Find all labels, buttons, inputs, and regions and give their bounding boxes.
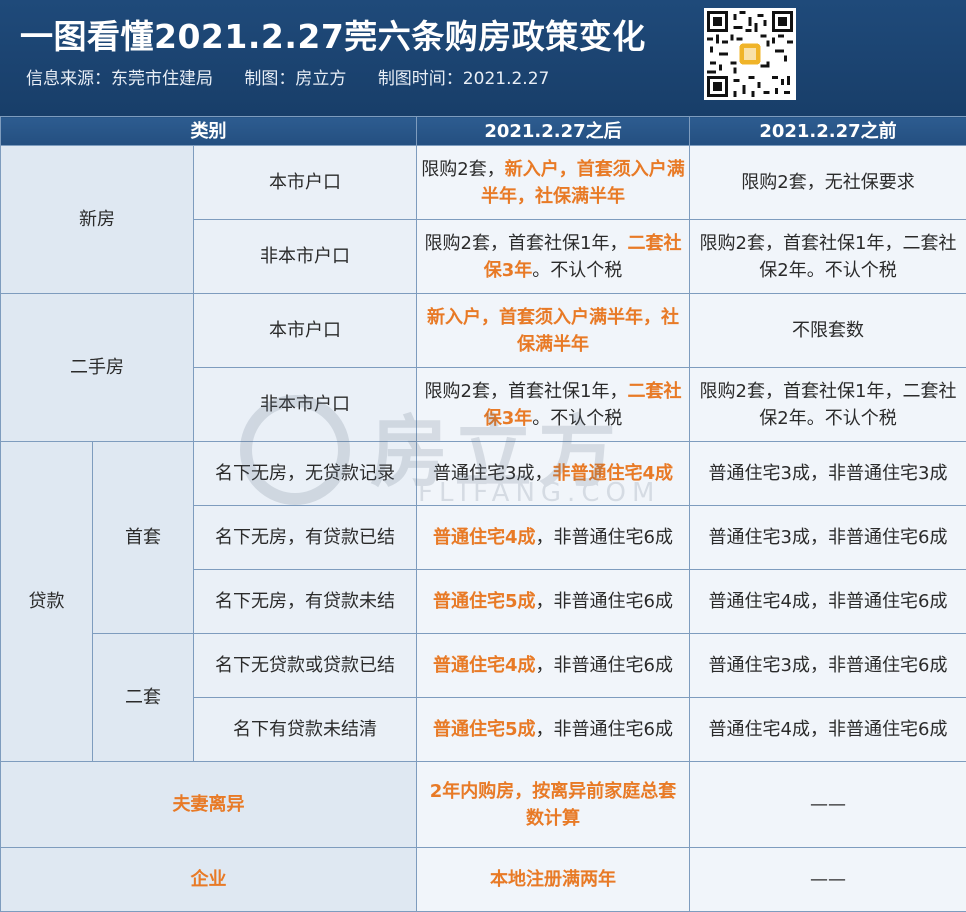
- plain-text: ，非普通住宅6成: [536, 527, 673, 548]
- loan-after: 普通住宅4成，非普通住宅6成: [417, 634, 690, 698]
- subcategory-local: 本市户口: [194, 294, 417, 368]
- plain-text: 。不认个税: [532, 408, 622, 429]
- plain-text: ，非普通住宅6成: [536, 655, 673, 676]
- loan-second-home: 二套: [93, 634, 194, 762]
- table-row: 夫妻离异 2年内购房，按离异前家庭总套数计算 ——: [1, 762, 966, 848]
- loan-condition: 名下有贷款未结清: [194, 698, 417, 762]
- loan-after: 普通住宅5成，非普通住宅6成: [417, 698, 690, 762]
- highlight-text: 普通住宅5成: [433, 591, 536, 612]
- loan-before: 普通住宅3成，非普通住宅3成: [690, 442, 966, 506]
- header-after: 2021.2.27之后: [417, 117, 690, 146]
- second-hand-nonlocal-before: 限购2套，首套社保1年，二套社保2年。不认个税: [690, 368, 966, 442]
- subcategory-nonlocal: 非本市户口: [194, 220, 417, 294]
- plain-text: ，非普通住宅6成: [536, 591, 673, 612]
- loan-after: 普通住宅3成，非普通住宅4成: [417, 442, 690, 506]
- header-before: 2021.2.27之前: [690, 117, 966, 146]
- new-house-local-after: 限购2套，新入户，首套须入户满半年，社保满半年: [417, 146, 690, 220]
- maker-text: 制图：房立方: [244, 69, 346, 89]
- plain-text: 。不认个税: [532, 260, 622, 281]
- divorce-after: 2年内购房，按离异前家庭总套数计算: [417, 762, 690, 848]
- subcategory-local: 本市户口: [194, 146, 417, 220]
- plain-text: 限购2套，: [421, 159, 504, 180]
- highlight-text: 非普通住宅4成: [552, 463, 673, 484]
- category-company: 企业: [1, 848, 417, 912]
- header-category: 类别: [1, 117, 417, 146]
- second-hand-local-before: 不限套数: [690, 294, 966, 368]
- second-hand-local-after: 新入户，首套须入户满半年，社保满半年: [417, 294, 690, 368]
- category-new-house: 新房: [1, 146, 194, 294]
- plain-text: 普通住宅3成，: [433, 463, 552, 484]
- loan-condition: 名下无贷款或贷款已结: [194, 634, 417, 698]
- plain-text: 限购2套，首套社保1年，: [425, 381, 628, 402]
- made-time-text: 制图时间：2021.2.27: [378, 69, 550, 89]
- new-house-nonlocal-before: 限购2套，首套社保1年，二套社保2年。不认个税: [690, 220, 966, 294]
- loan-after: 普通住宅5成，非普通住宅6成: [417, 570, 690, 634]
- policy-table: 类别 2021.2.27之后 2021.2.27之前 新房 本市户口 限购2套，…: [0, 116, 966, 912]
- company-before: ——: [690, 848, 966, 912]
- highlight-text: 普通住宅4成: [433, 655, 536, 676]
- loan-before: 普通住宅3成，非普通住宅6成: [690, 506, 966, 570]
- loan-before: 普通住宅4成，非普通住宅6成: [690, 570, 966, 634]
- table-row: 新房 本市户口 限购2套，新入户，首套须入户满半年，社保满半年 限购2套，无社保…: [1, 146, 966, 220]
- page-title: 一图看懂2021.2.27莞六条购房政策变化: [20, 10, 646, 58]
- qr-code-graphic: [707, 11, 793, 97]
- new-house-local-before: 限购2套，无社保要求: [690, 146, 966, 220]
- category-second-hand: 二手房: [1, 294, 194, 442]
- highlight-text: 普通住宅4成: [433, 527, 536, 548]
- company-after: 本地注册满两年: [417, 848, 690, 912]
- source-text: 信息来源：东莞市住建局: [26, 69, 213, 89]
- category-loan: 贷款: [1, 442, 93, 762]
- loan-before: 普通住宅3成，非普通住宅6成: [690, 634, 966, 698]
- subcategory-nonlocal: 非本市户口: [194, 368, 417, 442]
- table-row: 二套 名下无贷款或贷款已结 普通住宅4成，非普通住宅6成 普通住宅3成，非普通住…: [1, 634, 966, 698]
- header-banner: 一图看懂2021.2.27莞六条购房政策变化 信息来源：东莞市住建局 制图：房立…: [0, 0, 966, 116]
- category-divorce: 夫妻离异: [1, 762, 417, 848]
- loan-before: 普通住宅4成，非普通住宅6成: [690, 698, 966, 762]
- loan-condition: 名下无房，有贷款已结: [194, 506, 417, 570]
- loan-after: 普通住宅4成，非普通住宅6成: [417, 506, 690, 570]
- highlight-text: 新入户，首套须入户满半年，社保满半年: [427, 307, 679, 355]
- plain-text: ，非普通住宅6成: [536, 719, 673, 740]
- plain-text: 限购2套，首套社保1年，: [425, 233, 628, 254]
- new-house-nonlocal-after: 限购2套，首套社保1年，二套社保3年。不认个税: [417, 220, 690, 294]
- table-row: 企业 本地注册满两年 ——: [1, 848, 966, 912]
- loan-condition: 名下无房，有贷款未结: [194, 570, 417, 634]
- highlight-text: 新入户，首套须入户满半年，社保满半年: [481, 159, 685, 207]
- second-hand-nonlocal-after: 限购2套，首套社保1年，二套社保3年。不认个税: [417, 368, 690, 442]
- loan-condition: 名下无房，无贷款记录: [194, 442, 417, 506]
- qr-code-icon: [704, 8, 796, 100]
- table-row: 二手房 本市户口 新入户，首套须入户满半年，社保满半年 不限套数: [1, 294, 966, 368]
- table-row: 贷款 首套 名下无房，无贷款记录 普通住宅3成，非普通住宅4成 普通住宅3成，非…: [1, 442, 966, 506]
- table-header-row: 类别 2021.2.27之后 2021.2.27之前: [1, 117, 966, 146]
- meta-line: 信息来源：东莞市住建局 制图：房立方 制图时间：2021.2.27: [26, 64, 575, 89]
- divorce-before: ——: [690, 762, 966, 848]
- highlight-text: 普通住宅5成: [433, 719, 536, 740]
- loan-first-home: 首套: [93, 442, 194, 634]
